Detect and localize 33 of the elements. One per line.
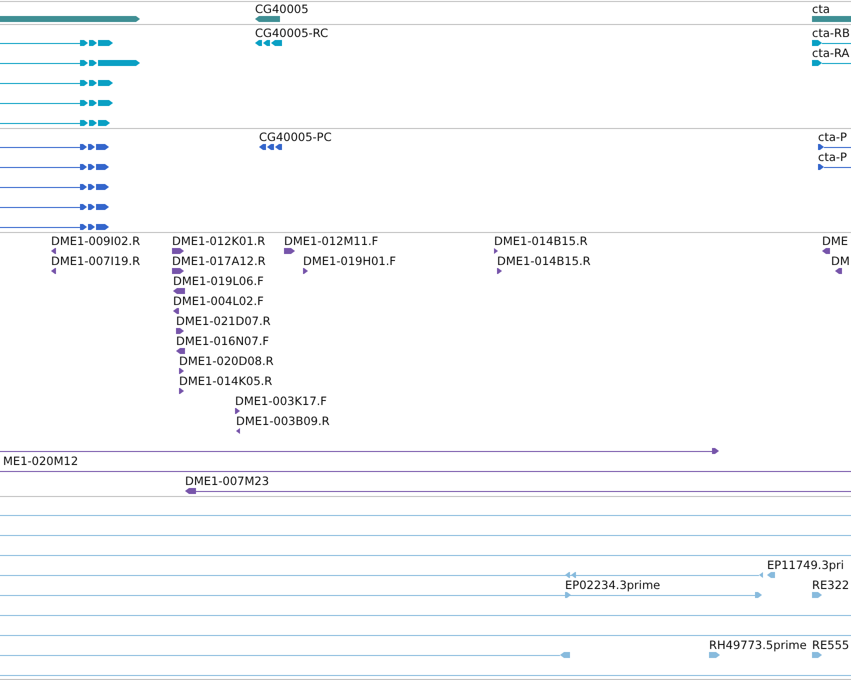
feature-label: RE322 <box>812 578 850 592</box>
feature-label: DME1-019H01.F <box>303 254 396 268</box>
feature-label: DME1-014B15.R <box>497 254 591 268</box>
feature-label: cta-P <box>818 150 847 164</box>
feature-label: DME1-003K17.F <box>235 394 327 408</box>
feature-label: DME1-016N07.F <box>176 334 269 348</box>
feature-label: DME1-009I02.R <box>51 234 140 248</box>
feature-label: CG40005-RC <box>255 26 328 40</box>
feature-label: cta-RB <box>812 26 850 40</box>
feature-label: DME <box>822 234 848 248</box>
feature-label: RH49773.5prime <box>709 638 807 652</box>
feature-label: DM <box>831 254 850 268</box>
feature-label: DME1-007M23 <box>185 474 270 488</box>
feature-label: DME1-017A12.R <box>172 254 266 268</box>
feature-label: CG40005-PC <box>259 130 332 144</box>
feature-label: CG40005 <box>255 2 309 16</box>
feature-label: DME1-019L06.F <box>173 274 264 288</box>
feature-label: DME1-004L02.F <box>173 294 264 308</box>
feature-label: cta-RA <box>812 46 850 60</box>
feature-label: DME1-007I19.R <box>51 254 140 268</box>
feature-label: cta-P <box>818 130 847 144</box>
feature-label: cta <box>812 2 830 16</box>
feature-label: ME1-020M12 <box>3 454 78 468</box>
feature-label: DME1-020D08.R <box>179 354 274 368</box>
feature-label: EP11749.3pri <box>767 558 844 572</box>
feature-label: DME1-021D07.R <box>176 314 271 328</box>
feature-label: DME1-014B15.R <box>494 234 588 248</box>
feature-label: DME1-012K01.R <box>172 234 266 248</box>
feature-label: RE555 <box>812 638 850 652</box>
feature-label: DME1-012M11.F <box>284 234 378 248</box>
feature-label: DME1-003B09.R <box>236 414 330 428</box>
feature-label: DME1-014K05.R <box>179 374 272 388</box>
feature-label: EP02234.3prime <box>565 578 660 592</box>
